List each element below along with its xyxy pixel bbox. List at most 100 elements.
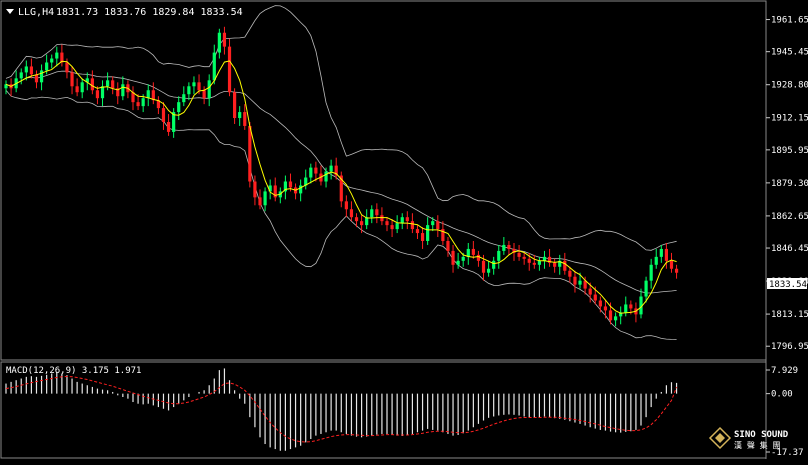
candle-body xyxy=(390,225,394,230)
candle-body xyxy=(471,248,475,255)
candle-body xyxy=(95,90,100,99)
logo-diamond-inner-icon xyxy=(715,433,725,443)
price-tick-label: 1846.45 xyxy=(771,244,808,254)
candle-body xyxy=(553,262,557,267)
candle-body xyxy=(202,90,206,99)
candle-body xyxy=(654,256,658,265)
candle-body xyxy=(608,310,613,321)
candle-body xyxy=(415,229,420,234)
candle-body xyxy=(182,94,186,103)
candle-body xyxy=(192,82,196,87)
macd-tick-label: 7.929 xyxy=(771,366,798,376)
candle-body xyxy=(207,80,211,99)
candle-body xyxy=(420,233,425,241)
candle-body xyxy=(532,262,536,265)
candle-body xyxy=(446,240,450,251)
candle-body xyxy=(65,62,69,73)
candle-body xyxy=(573,276,577,285)
candle-body xyxy=(187,86,191,95)
price-tick-label: 1796.95 xyxy=(771,342,808,352)
candle-body xyxy=(263,191,267,206)
candle-body xyxy=(659,248,663,257)
candle-body xyxy=(354,217,359,222)
ohlc-values: 1831.73 1833.76 1829.84 1833.54 xyxy=(56,7,243,18)
candle-body xyxy=(431,221,435,226)
candle-body xyxy=(45,62,49,71)
candle-body xyxy=(329,165,333,172)
price-tick-label: 1961.65 xyxy=(771,16,808,26)
logo-brand: SINO SOUND xyxy=(734,430,789,440)
macd-label: MACD(12,26,9) 3.175 1.971 xyxy=(6,366,141,376)
candle-body xyxy=(349,209,354,218)
candle-body xyxy=(141,98,145,107)
candle-body xyxy=(50,58,54,63)
candle-body xyxy=(360,221,364,226)
candle-body xyxy=(624,304,628,313)
price-axis-ticks: 1961.65 1945.45 1928.80 1912.15 1895.95 1879.… xyxy=(766,16,808,352)
candle-body xyxy=(222,32,227,47)
candle-body xyxy=(80,82,84,93)
current-price-label: 1833.54 xyxy=(769,280,807,290)
chart-root: 1961.65 1945.45 1928.80 1912.15 1895.95 1879.… xyxy=(0,0,808,461)
candle-body xyxy=(410,221,414,230)
macd-panel-frame xyxy=(0,361,767,459)
candle-body xyxy=(426,225,430,241)
candle-body xyxy=(517,252,521,257)
candle-body xyxy=(614,316,618,321)
candle-body xyxy=(492,260,496,269)
candle-body xyxy=(456,260,460,265)
candle-body xyxy=(227,46,232,93)
price-tick-label: 1813.15 xyxy=(771,310,808,320)
candle-body xyxy=(197,82,201,91)
symbol-label: LLG,H4 xyxy=(18,7,54,18)
candle-body xyxy=(253,181,257,198)
candle-body xyxy=(629,304,633,309)
candle-body xyxy=(70,72,74,87)
candle-body xyxy=(563,260,567,271)
candle-body xyxy=(568,270,572,277)
candle-body xyxy=(578,280,582,285)
candle-body xyxy=(217,32,221,53)
candle-body xyxy=(75,86,79,93)
candle-body xyxy=(507,244,511,249)
candle-body xyxy=(24,66,28,73)
macd-tick-label: 0.00 xyxy=(771,390,793,400)
candle-body xyxy=(314,167,318,174)
candle-body xyxy=(100,86,105,99)
bollinger-upper xyxy=(5,5,677,251)
candle-body xyxy=(395,223,399,230)
chart-svg: 1961.65 1945.45 1928.80 1912.15 1895.95 1879.… xyxy=(0,0,808,459)
sino-sound-logo: SINO SOUND 漢 聲 集 團 xyxy=(708,426,789,450)
price-tick-label: 1912.15 xyxy=(771,114,808,124)
candle-body xyxy=(309,167,313,178)
candle-body xyxy=(243,112,247,126)
candle-body xyxy=(161,108,166,122)
candle-body xyxy=(603,306,608,311)
candle-body xyxy=(588,288,592,295)
candle-body xyxy=(537,260,541,265)
candle-body xyxy=(669,260,674,269)
candle-body xyxy=(664,248,668,261)
candle-body xyxy=(29,66,33,75)
chart-menu-triangle-icon[interactable] xyxy=(6,9,14,14)
candle-body xyxy=(248,125,252,182)
candle-body xyxy=(324,171,328,182)
candle-body xyxy=(502,244,506,251)
candle-body xyxy=(461,256,465,261)
candle-body xyxy=(106,80,110,87)
candle-body xyxy=(527,258,531,263)
candle-body xyxy=(385,221,389,226)
candle-body xyxy=(344,201,348,210)
candle-body xyxy=(146,90,150,99)
candle-body xyxy=(598,300,602,307)
candle-body xyxy=(55,52,59,59)
candle-body xyxy=(481,260,486,273)
candle-body xyxy=(476,254,481,261)
candle-body xyxy=(380,215,384,222)
candle-body xyxy=(212,52,216,81)
candle-body xyxy=(593,294,597,301)
candle-body xyxy=(649,264,653,281)
candle-body xyxy=(288,181,293,188)
candle-body xyxy=(370,209,374,218)
price-tick-label: 1879.30 xyxy=(771,179,808,189)
